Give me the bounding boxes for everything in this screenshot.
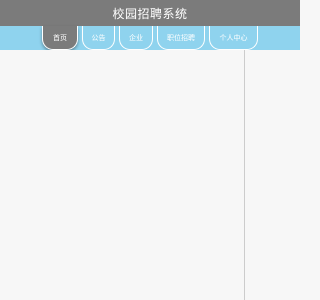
app-title: 校园招聘系统 — [112, 6, 188, 21]
tab-home[interactable]: 首页 — [42, 26, 78, 50]
tab-companies[interactable]: 企业 — [119, 26, 153, 50]
title-bar: 校园招聘系统 — [0, 0, 300, 26]
content-area — [0, 50, 300, 300]
tab-personal-center-label: 个人中心 — [219, 33, 248, 42]
nav-bar: 首页 公告 企业 职位招聘 个人中心 — [0, 26, 300, 50]
tab-job-postings-label: 职位招聘 — [167, 33, 195, 42]
tab-announcements-label: 公告 — [91, 33, 106, 42]
tab-announcements[interactable]: 公告 — [82, 26, 115, 50]
tab-home-label: 首页 — [53, 33, 67, 42]
sidebar-divider — [244, 50, 245, 300]
tab-personal-center[interactable]: 个人中心 — [209, 26, 258, 50]
tab-job-postings[interactable]: 职位招聘 — [157, 26, 205, 50]
app-window: 校园招聘系统 首页 公告 企业 职位招聘 个人中心 — [0, 0, 300, 300]
tab-companies-label: 企业 — [129, 33, 143, 42]
